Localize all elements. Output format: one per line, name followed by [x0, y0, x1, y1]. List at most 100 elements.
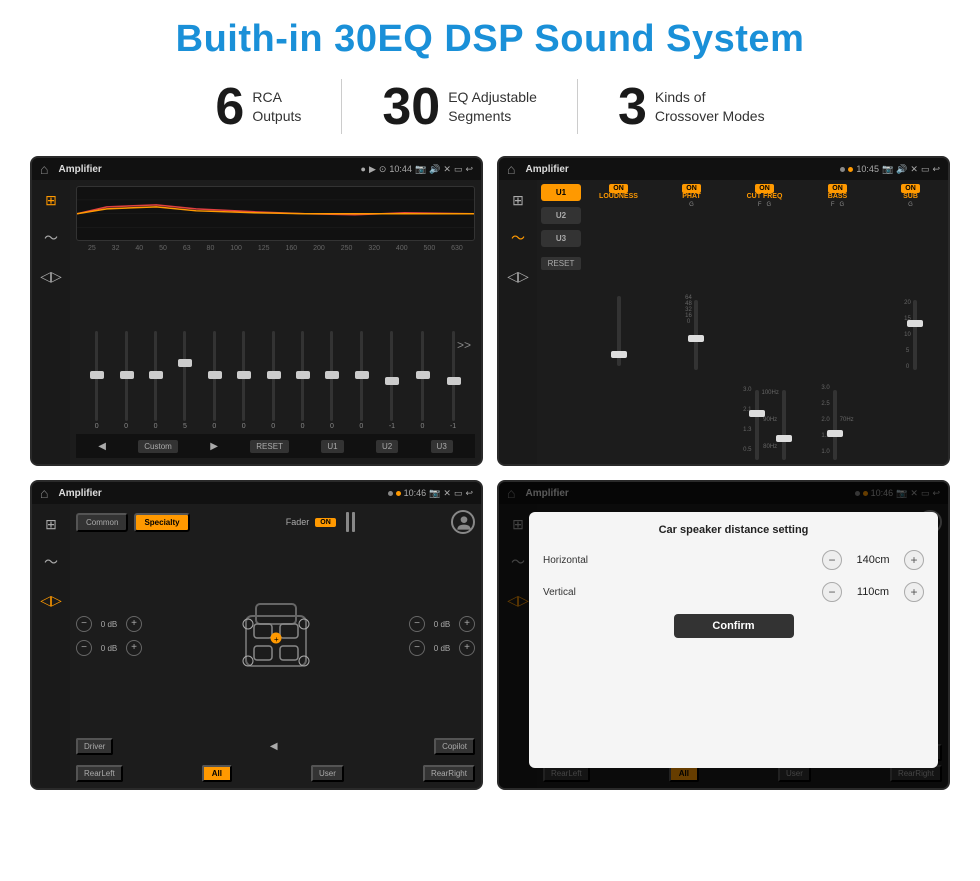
screen3-driver-btn[interactable]: Driver — [76, 738, 113, 755]
cross-loudness-track[interactable] — [617, 296, 621, 366]
eq-slider-1[interactable]: 0 — [95, 310, 99, 430]
screen3-back-icon[interactable]: ↩ — [465, 488, 473, 499]
cross-cutfreq-on[interactable]: ON — [755, 184, 774, 193]
screen3-avatar[interactable] — [451, 510, 475, 534]
cross-sub-on[interactable]: ON — [901, 184, 920, 193]
screen3-plus-4[interactable]: + — [459, 640, 475, 656]
screen1-back-icon[interactable]: ↩ — [465, 164, 473, 175]
eq-slider-11[interactable]: -1 — [389, 310, 395, 430]
screen3-status-icons: 10:46 📷 ✕ ▭ ↩ — [388, 488, 473, 499]
screen1-speaker-icon[interactable]: ◁▷ — [39, 264, 63, 288]
eq-u2-btn[interactable]: U2 — [376, 440, 398, 453]
eq-u3-btn[interactable]: U3 — [431, 440, 453, 453]
freq-400: 400 — [396, 245, 408, 252]
screen2-title: Amplifier — [525, 164, 834, 175]
screen3-plus-1[interactable]: + — [126, 616, 142, 632]
screen1-home-icon[interactable]: ⌂ — [40, 161, 48, 177]
screen3-speaker-icon[interactable]: ◁▷ — [39, 588, 63, 612]
eq-slider-10[interactable]: 0 — [359, 310, 363, 430]
cross-sub-track[interactable] — [913, 300, 917, 370]
eq-slider-12[interactable]: 0 — [421, 310, 425, 430]
cross-bass-on[interactable]: ON — [828, 184, 847, 193]
screen2-u3-btn[interactable]: U3 — [541, 230, 581, 247]
screen3-common-tab[interactable]: Common — [76, 513, 128, 532]
screen3-bottom-labels-2: RearLeft All User RearRight — [76, 765, 475, 782]
screen3-dot1 — [388, 491, 393, 496]
eq-prev-btn[interactable]: ◀ — [98, 441, 106, 452]
eq-slider-4[interactable]: 5 — [183, 310, 187, 430]
screen3-eq-icon[interactable]: ⊞ — [39, 512, 63, 536]
screen3-minus-3[interactable]: − — [409, 616, 425, 632]
screen3-camera-icon: 📷 — [429, 488, 440, 499]
freq-80: 80 — [207, 245, 215, 252]
distance-vertical-minus[interactable]: − — [822, 582, 842, 602]
freq-63: 63 — [183, 245, 191, 252]
eq-slider-2[interactable]: 0 — [124, 310, 128, 430]
screen2-u2-btn[interactable]: U2 — [541, 207, 581, 224]
screen3-specialty-tab[interactable]: Specialty — [134, 513, 189, 532]
eq-expand-icon[interactable]: >> — [457, 338, 471, 352]
cross-phat-on[interactable]: ON — [682, 184, 701, 193]
cross-sub-thumb — [907, 320, 923, 327]
eq-slider-3[interactable]: 0 — [154, 310, 158, 430]
cross-bass-track1[interactable] — [833, 390, 837, 460]
screen3-home-icon[interactable]: ⌂ — [40, 485, 48, 501]
screen2-eq-icon[interactable]: ⊞ — [506, 188, 530, 212]
eq-slider-6[interactable]: 0 — [242, 310, 246, 430]
screen3-fader-track-mark1 — [346, 512, 349, 532]
screen2-home-icon[interactable]: ⌂ — [507, 161, 515, 177]
screen2-u1-btn[interactable]: U1 — [541, 184, 581, 201]
eq-slider-7[interactable]: 0 — [271, 310, 275, 430]
screen2-channel-btns: U1 U2 U3 RESET — [541, 184, 581, 460]
screen3-minus-2[interactable]: − — [76, 640, 92, 656]
cross-cutfreq-track1[interactable] — [755, 390, 759, 460]
screen2-back-icon[interactable]: ↩ — [932, 164, 940, 175]
screen1-x-icon: ✕ — [443, 164, 451, 175]
screen3-minus-4[interactable]: − — [409, 640, 425, 656]
screen-1-eq: ⌂ Amplifier ● ▶ ⊙ 10:44 📷 🔊 ✕ ▭ ↩ — [30, 156, 483, 466]
eq-custom-btn[interactable]: Custom — [138, 440, 178, 453]
eq-reset-btn[interactable]: RESET — [250, 440, 289, 453]
screen3-left-arrow[interactable]: ◀ — [270, 741, 278, 752]
eq-slider-9[interactable]: 0 — [330, 310, 334, 430]
screen2-rect-icon: ▭ — [921, 164, 930, 175]
cross-sub-label: SUB — [903, 193, 918, 200]
screen3-minus-1[interactable]: − — [76, 616, 92, 632]
screen3-plus-2[interactable]: + — [126, 640, 142, 656]
screen3-all-btn[interactable]: All — [202, 765, 232, 782]
confirm-button[interactable]: Confirm — [674, 614, 794, 638]
screen3-copilot-btn[interactable]: Copilot — [434, 738, 475, 755]
screen3-wave-icon[interactable]: 〜 — [39, 550, 63, 574]
eq-slider-5[interactable]: 0 — [212, 310, 216, 430]
cross-loudness-thumb — [611, 351, 627, 358]
cross-phat-track[interactable] — [694, 300, 698, 370]
screen3-rearright-btn[interactable]: RearRight — [423, 765, 475, 782]
screen3-user-btn[interactable]: User — [311, 765, 344, 782]
cross-cutfreq-track2[interactable] — [782, 390, 786, 460]
eq-slider-8[interactable]: 0 — [301, 310, 305, 430]
screen2-reset-btn[interactable]: RESET — [541, 257, 581, 270]
cross-cutfreq-thumb1 — [749, 410, 765, 417]
screen2-wave-icon[interactable]: 〜 — [506, 226, 530, 250]
screen1-wave-icon[interactable]: 〜 — [39, 226, 63, 250]
svg-text:+: + — [274, 635, 279, 644]
screen1-eq-icon[interactable]: ⊞ — [39, 188, 63, 212]
distance-vertical-controls: − 110cm + — [822, 582, 924, 602]
screen3-plus-3[interactable]: + — [459, 616, 475, 632]
eq-next-btn[interactable]: ▶ — [210, 441, 218, 452]
screen3-rearleft-btn[interactable]: RearLeft — [76, 765, 123, 782]
page-title: Buith-in 30EQ DSP Sound System — [30, 18, 950, 61]
cross-bass-thumb1 — [827, 430, 843, 437]
screen3-left-controls: − 0 dB + − 0 dB + — [76, 616, 142, 656]
cross-loudness-on[interactable]: ON — [609, 184, 628, 193]
distance-horizontal-minus[interactable]: − — [822, 550, 842, 570]
screen2-speaker-icon[interactable]: ◁▷ — [506, 264, 530, 288]
screenshots-grid: ⌂ Amplifier ● ▶ ⊙ 10:44 📷 🔊 ✕ ▭ ↩ — [30, 156, 950, 790]
distance-vertical-plus[interactable]: + — [904, 582, 924, 602]
distance-horizontal-plus[interactable]: + — [904, 550, 924, 570]
screen1-title: Amplifier — [58, 164, 354, 175]
eq-u1-btn[interactable]: U1 — [321, 440, 343, 453]
screen3-fader-on[interactable]: ON — [315, 518, 336, 527]
eq-slider-13[interactable]: -1 — [450, 310, 456, 430]
screen1-rect-icon: ▭ — [454, 164, 463, 175]
